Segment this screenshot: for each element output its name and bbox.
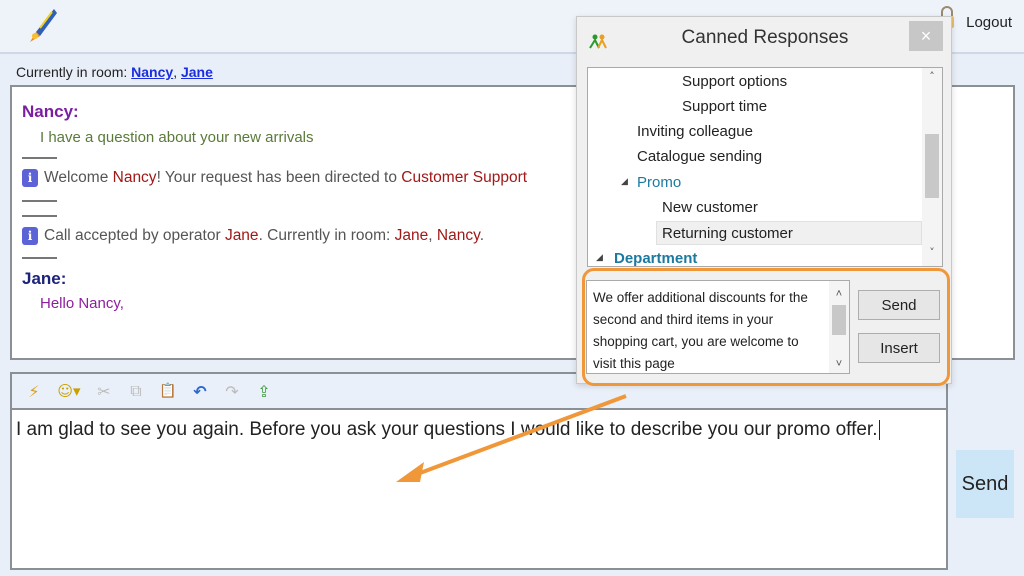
highlight-name: Nancy — [436, 227, 480, 244]
side-panel — [952, 85, 1015, 360]
message-sender: Jane: — [22, 269, 67, 288]
tree-item-catalogue-sending[interactable]: Catalogue sending — [637, 145, 762, 169]
divider — [22, 257, 57, 259]
copy-icon[interactable]: ⧉ — [124, 379, 148, 403]
tree-item-returning-customer[interactable]: Returning customer — [656, 221, 922, 245]
canned-send-button[interactable]: Send — [858, 290, 940, 320]
message-composer: ⚡ ☺▾ ✂ ⧉ 📋 ↶ ↷ ⇪ I am glad to see you ag… — [10, 372, 948, 570]
scroll-up-icon[interactable]: ˄ — [829, 283, 849, 301]
participant-link-nancy[interactable]: Nancy — [131, 64, 173, 80]
emoticon-icon[interactable]: ☺▾ — [54, 379, 84, 403]
system-text: . Currently in room: — [258, 227, 395, 244]
system-text: . — [479, 227, 485, 244]
paste-icon[interactable]: 📋 — [156, 379, 180, 403]
highlight-name: Jane — [224, 227, 259, 244]
highlight-department: Customer Support — [401, 169, 528, 186]
room-participants: Currently in room: Nancy, Jane — [16, 64, 213, 80]
divider — [22, 200, 57, 202]
preview-scrollbar[interactable]: ˄ ˅ — [829, 281, 849, 373]
cut-icon[interactable]: ✂ — [92, 379, 116, 403]
message-sender: Nancy: — [22, 102, 79, 121]
scroll-thumb[interactable] — [925, 134, 939, 198]
message-text: Hello Nancy, — [40, 295, 124, 312]
system-text: ! Your request has been directed to — [156, 169, 402, 186]
close-button[interactable]: × — [909, 21, 943, 51]
message-text: I have a question about your new arrival… — [40, 129, 314, 146]
response-preview-text: We offer additional discounts for the se… — [593, 290, 808, 371]
room-label: Currently in room: — [16, 64, 128, 80]
logout-link[interactable]: Logout — [966, 14, 1012, 31]
system-text: Welcome — [44, 169, 113, 186]
send-message-button[interactable]: Send — [956, 450, 1014, 518]
tree-scrollbar[interactable]: ˄ ˅ — [922, 68, 942, 266]
expand-triangle-icon[interactable]: ◢ — [596, 253, 603, 263]
system-message: i Call accepted by operator Jane. Curren… — [22, 227, 484, 245]
tree-category-department[interactable]: Department — [614, 247, 697, 266]
divider — [22, 157, 57, 159]
undo-icon[interactable]: ↶ — [188, 379, 212, 403]
scroll-thumb[interactable] — [832, 305, 846, 335]
participant-link-jane[interactable]: Jane — [181, 64, 213, 80]
canned-tree: Support options Support time Inviting co… — [587, 67, 943, 267]
highlight-name: Nancy — [112, 169, 157, 186]
canned-insert-button[interactable]: Insert — [858, 333, 940, 363]
system-message: i Welcome Nancy! Your request has been d… — [22, 169, 527, 187]
response-preview[interactable]: We offer additional discounts for the se… — [586, 280, 850, 374]
message-input-text: I am glad to see you again. Before you a… — [16, 419, 878, 440]
scroll-down-icon[interactable]: ˅ — [829, 353, 849, 371]
system-text: Call accepted by operator — [44, 227, 225, 244]
redo-icon[interactable]: ↷ — [220, 379, 244, 403]
tree-item-support-options[interactable]: Support options — [682, 70, 787, 94]
info-icon: i — [22, 227, 38, 245]
message-input[interactable]: I am glad to see you again. Before you a… — [12, 410, 946, 568]
text-caret — [879, 419, 881, 440]
scroll-up-icon[interactable]: ˄ — [922, 70, 942, 88]
divider — [22, 215, 57, 217]
tree-item-new-customer[interactable]: New customer — [662, 196, 758, 220]
dialog-title: Canned Responses — [681, 27, 849, 48]
separator: , — [173, 64, 178, 80]
send-file-icon[interactable]: ⇪ — [252, 379, 276, 403]
tree-item-support-time[interactable]: Support time — [682, 95, 767, 119]
tree-item-inviting-colleague[interactable]: Inviting colleague — [637, 120, 753, 144]
system-text: , — [428, 227, 437, 244]
info-icon: i — [22, 169, 38, 187]
rocket-pen-icon — [30, 9, 57, 42]
expand-triangle-icon[interactable]: ◢ — [621, 177, 628, 187]
insert-canned-icon[interactable]: ⚡ — [22, 379, 46, 403]
tree-category-promo[interactable]: Promo — [637, 171, 681, 195]
highlight-name: Jane — [394, 227, 429, 244]
scroll-down-icon[interactable]: ˅ — [922, 246, 942, 264]
